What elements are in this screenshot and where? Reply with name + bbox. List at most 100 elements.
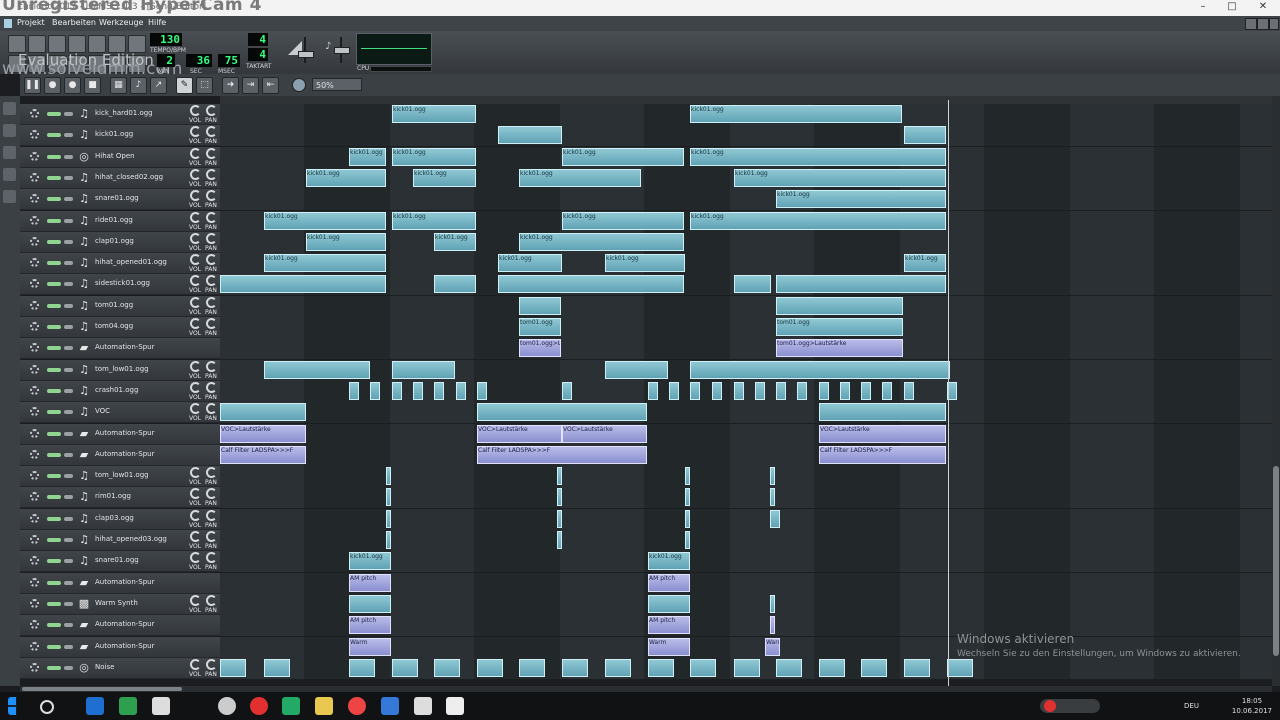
solo-toggle[interactable] [64,665,73,670]
pattern-clip[interactable] [349,381,359,400]
pattern-clip[interactable] [370,381,380,400]
store-icon[interactable] [152,697,170,715]
pattern-clip[interactable] [498,275,684,294]
track-lane[interactable]: kick01.ogg kick01.ogg kick01.ogg kick01.ogg [220,210,1272,233]
volume-knob[interactable] [190,147,201,159]
restore-icon[interactable] [1257,18,1269,30]
mute-toggle[interactable] [47,388,61,393]
track-header[interactable]: ♫ crash01.ogg VOL PAN [20,380,220,402]
pan-knob[interactable] [206,360,217,372]
solo-toggle[interactable] [64,346,73,351]
record-while-playing-icon[interactable]: ● [64,77,81,94]
pattern-clip[interactable] [690,360,950,379]
pattern-clip[interactable] [264,360,370,379]
mute-toggle[interactable] [47,197,61,202]
track-lane[interactable]: kick01.ogg kick01.ogg kick01.ogg kick01.ogg [220,146,1272,169]
solo-toggle[interactable] [64,239,73,244]
pattern-clip[interactable] [605,360,668,379]
pattern-clip[interactable] [562,381,572,400]
gear-icon[interactable] [30,535,39,544]
pattern-clip[interactable]: kick01.ogg [904,254,946,273]
track-name[interactable]: Automation-Spur [95,343,155,351]
track-header[interactable]: ♫ snare01.ogg VOL PAN [20,189,220,211]
chrome-icon[interactable] [348,697,366,715]
track-header[interactable]: ♫ hihat_opened03.ogg VOL PAN [20,530,220,551]
minimize-button[interactable]: – [1190,1,1216,15]
gear-icon[interactable] [30,322,39,331]
pan-knob[interactable] [206,275,217,287]
pattern-clip[interactable]: kick01.ogg [306,168,386,187]
track-lane[interactable]: tom01.ogg tom01.ogg [220,317,1272,339]
pan-knob[interactable] [206,509,217,521]
mute-toggle[interactable] [47,367,61,372]
pattern-clip[interactable] [770,594,775,613]
gear-icon[interactable] [30,407,39,417]
pattern-clip[interactable]: tom01.ogg>Lautstärke [519,339,561,358]
pattern-clip[interactable]: tom01.ogg>Lautstärke [776,339,903,358]
timeline-ruler[interactable] [220,96,1272,104]
track-lane[interactable] [220,466,1272,489]
track-header[interactable]: ♫ rim01.ogg VOL PAN [20,487,220,509]
gear-icon[interactable] [30,215,39,225]
maximize-button[interactable]: □ [1219,1,1245,15]
pattern-clip[interactable]: kick01.ogg [605,254,685,273]
add-sample-track-icon[interactable]: ♪ [130,77,147,94]
pattern-clip[interactable] [349,658,375,677]
app-icon[interactable] [250,697,268,715]
track-lane[interactable]: kick01.ogg kick01.ogg kick01.ogg kick01.ogg [220,253,1272,276]
pattern-clip[interactable] [456,381,466,400]
solo-toggle[interactable] [64,452,73,457]
track-lane[interactable]: kick01.ogg kick01.ogg [220,104,1272,126]
vertical-scroll-thumb[interactable] [1273,466,1279,656]
pattern-clip[interactable]: kick01.ogg [392,105,476,123]
explorer-icon[interactable] [315,697,333,715]
pattern-clip[interactable] [685,488,690,507]
mute-toggle[interactable] [47,516,61,521]
track-name[interactable]: ride01.ogg [95,216,133,224]
start-icon[interactable] [8,697,17,715]
pattern-clip[interactable]: kick01.ogg [264,211,386,230]
track-name[interactable]: Warm Synth [95,599,138,607]
track-name[interactable]: clap03.ogg [95,514,134,522]
volume-knob[interactable] [190,105,201,116]
pattern-clip[interactable] [392,381,402,400]
add-beat-track-icon[interactable]: ▦ [110,77,127,94]
volume-knob[interactable] [190,275,201,287]
track-lane[interactable]: kick01.ogg kick01.ogg [220,551,1272,574]
pattern-clip[interactable]: kick01.ogg [519,232,684,251]
track-name[interactable]: VOC [95,407,110,415]
pattern-clip[interactable] [434,275,476,294]
track-name[interactable]: Hihat Open [95,152,135,160]
pattern-clip[interactable] [770,467,775,486]
pattern-clip[interactable] [904,658,930,677]
track-header[interactable]: ▰ Automation-Spur [20,636,220,658]
lmms-icon[interactable] [119,697,137,715]
zoom-select[interactable]: 50% [312,78,362,91]
pan-knob[interactable] [206,168,217,180]
pattern-clip[interactable] [349,594,391,613]
volume-knob[interactable] [190,658,201,670]
pattern-clip[interactable]: Warm [349,637,391,656]
track-header[interactable]: ♫ hihat_opened01.ogg VOL PAN [20,253,220,275]
solo-toggle[interactable] [64,154,73,159]
track-name[interactable]: hihat_closed02.ogg [95,173,163,181]
pattern-clip[interactable] [498,126,562,145]
pattern-clip[interactable] [770,509,780,528]
track-name[interactable]: Automation-Spur [95,429,155,437]
gear-icon[interactable] [30,428,39,438]
mute-toggle[interactable] [47,474,61,479]
search-icon[interactable] [40,700,54,714]
volume-knob[interactable] [190,467,201,479]
mute-toggle[interactable] [47,623,61,628]
record-icon[interactable]: ● [44,77,61,94]
mute-toggle[interactable] [47,175,61,180]
track-name[interactable]: tom04.ogg [95,322,133,330]
edge-icon[interactable] [86,697,104,715]
pattern-clip[interactable] [776,381,786,400]
pattern-clip[interactable]: VOC>Lautstärke [220,424,306,443]
pattern-clip[interactable] [776,275,946,294]
pattern-clip[interactable] [947,658,973,677]
pan-knob[interactable] [206,211,217,223]
track-lane[interactable]: kick01.ogg kick01.ogg kick01.ogg kick01.ogg [220,167,1272,190]
track-header[interactable]: ◎ Noise VOL PAN [20,657,220,679]
